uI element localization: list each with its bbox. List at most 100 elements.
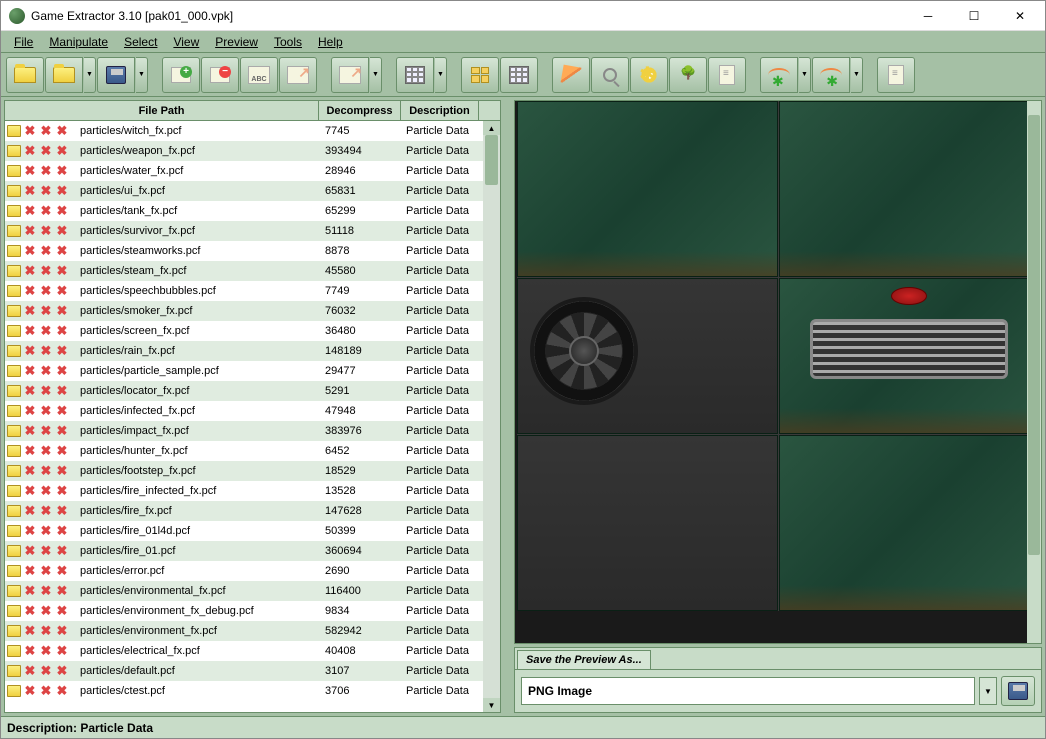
menu-tools[interactable]: Tools bbox=[266, 33, 310, 51]
cell-decompress: 116400 bbox=[319, 585, 401, 597]
column-header-decompress[interactable]: Decompress bbox=[319, 101, 401, 120]
script-button[interactable] bbox=[877, 57, 915, 93]
save-archive-button-dropdown[interactable]: ▼ bbox=[136, 57, 148, 93]
settings-button[interactable] bbox=[630, 57, 668, 93]
table-row[interactable]: ✖✖✖particles/fire_01l4d.pcf50399Particle… bbox=[5, 521, 500, 541]
x-icon: ✖ bbox=[55, 465, 69, 477]
save-format-dropdown[interactable]: ▼ bbox=[979, 677, 997, 705]
table-row[interactable]: ✖✖✖particles/weapon_fx.pcf393494Particle… bbox=[5, 141, 500, 161]
column-header-path[interactable]: File Path bbox=[5, 101, 319, 120]
table-row[interactable]: ✖✖✖particles/environment_fx.pcf582942Par… bbox=[5, 621, 500, 641]
x-icon: ✖ bbox=[55, 245, 69, 257]
close-button[interactable]: ✕ bbox=[997, 2, 1043, 30]
folder-icon bbox=[7, 125, 21, 137]
cell-path: particles/hunter_fx.pcf bbox=[78, 445, 319, 457]
table-row[interactable]: ✖✖✖particles/hunter_fx.pcf6452Particle D… bbox=[5, 441, 500, 461]
table-row[interactable]: ✖✖✖particles/smoker_fx.pcf76032Particle … bbox=[5, 301, 500, 321]
table-row[interactable]: ✖✖✖particles/survivor_fx.pcf51118Particl… bbox=[5, 221, 500, 241]
pane-splitter[interactable] bbox=[504, 100, 511, 713]
table-scrollbar[interactable]: ▲ ▼ bbox=[483, 121, 500, 712]
table-row[interactable]: ✖✖✖particles/footstep_fx.pcf18529Particl… bbox=[5, 461, 500, 481]
cell-decompress: 148189 bbox=[319, 345, 401, 357]
menu-help[interactable]: Help bbox=[310, 33, 351, 51]
cell-path: particles/steamworks.pcf bbox=[78, 245, 319, 257]
search-button[interactable] bbox=[591, 57, 629, 93]
cell-path: particles/fire_infected_fx.pcf bbox=[78, 485, 319, 497]
folder-icon bbox=[7, 265, 21, 277]
x-icon: ✖ bbox=[23, 445, 37, 457]
table-row[interactable]: ✖✖✖particles/locator_fx.pcf5291Particle … bbox=[5, 381, 500, 401]
preview-image-area[interactable] bbox=[514, 100, 1042, 644]
menu-manipulate[interactable]: Manipulate bbox=[41, 33, 116, 51]
redo-button[interactable] bbox=[760, 57, 798, 93]
x-icon: ✖ bbox=[55, 685, 69, 697]
x-icon: ✖ bbox=[55, 565, 69, 577]
cell-path: particles/water_fx.pcf bbox=[78, 165, 319, 177]
folder-icon bbox=[7, 625, 21, 637]
list-view-button[interactable] bbox=[500, 57, 538, 93]
table-row[interactable]: ✖✖✖particles/particle_sample.pcf29477Par… bbox=[5, 361, 500, 381]
table-row[interactable]: ✖✖✖particles/fire_fx.pcf147628Particle D… bbox=[5, 501, 500, 521]
table-row[interactable]: ✖✖✖particles/ctest.pcf3706Particle Data bbox=[5, 681, 500, 701]
app-window: Game Extractor 3.10 [pak01_000.vpk] ─ ☐ … bbox=[0, 0, 1046, 739]
maximize-button[interactable]: ☐ bbox=[951, 2, 997, 30]
menu-file[interactable]: File bbox=[6, 33, 41, 51]
table-row[interactable]: ✖✖✖particles/infected_fx.pcf47948Particl… bbox=[5, 401, 500, 421]
add-file-button[interactable] bbox=[162, 57, 200, 93]
undo-button[interactable] bbox=[812, 57, 850, 93]
table-view-button-dropdown[interactable]: ▼ bbox=[435, 57, 447, 93]
table-row[interactable]: ✖✖✖particles/environment_fx_debug.pcf983… bbox=[5, 601, 500, 621]
new-archive-button[interactable] bbox=[6, 57, 44, 93]
x-icon: ✖ bbox=[23, 585, 37, 597]
undo-button-dropdown[interactable]: ▼ bbox=[851, 57, 863, 93]
table-row[interactable]: ✖✖✖particles/tank_fx.pcf65299Particle Da… bbox=[5, 201, 500, 221]
convert-button-dropdown[interactable]: ▼ bbox=[370, 57, 382, 93]
grid-icon bbox=[509, 66, 529, 84]
thumbnail-view-button[interactable] bbox=[461, 57, 499, 93]
open-archive-button[interactable] bbox=[45, 57, 83, 93]
table-view-button[interactable] bbox=[396, 57, 434, 93]
scroll-thumb[interactable] bbox=[485, 135, 498, 185]
table-row[interactable]: ✖✖✖particles/impact_fx.pcf383976Particle… bbox=[5, 421, 500, 441]
table-row[interactable]: ✖✖✖particles/ui_fx.pcf65831Particle Data bbox=[5, 181, 500, 201]
remove-file-button[interactable] bbox=[201, 57, 239, 93]
table-row[interactable]: ✖✖✖particles/environmental_fx.pcf116400P… bbox=[5, 581, 500, 601]
scroll-up-button[interactable]: ▲ bbox=[483, 121, 500, 135]
open-archive-button-dropdown[interactable]: ▼ bbox=[84, 57, 96, 93]
titlebar[interactable]: Game Extractor 3.10 [pak01_000.vpk] ─ ☐ … bbox=[1, 1, 1045, 31]
minimize-button[interactable]: ─ bbox=[905, 2, 951, 30]
table-row[interactable]: ✖✖✖particles/steamworks.pcf8878Particle … bbox=[5, 241, 500, 261]
preview-scrollbar[interactable] bbox=[1027, 101, 1041, 643]
column-header-description[interactable]: Description bbox=[401, 101, 479, 120]
scroll-down-button[interactable]: ▼ bbox=[483, 698, 500, 712]
rename-file-button[interactable]: ABC bbox=[240, 57, 278, 93]
convert-button[interactable] bbox=[331, 57, 369, 93]
table-row[interactable]: ✖✖✖particles/fire_infected_fx.pcf13528Pa… bbox=[5, 481, 500, 501]
table-row[interactable]: ✖✖✖particles/default.pcf3107Particle Dat… bbox=[5, 661, 500, 681]
table-header: File Path Decompress Description bbox=[5, 101, 500, 121]
table-row[interactable]: ✖✖✖particles/rain_fx.pcf148189Particle D… bbox=[5, 341, 500, 361]
cell-decompress: 36480 bbox=[319, 325, 401, 337]
extract-file-button[interactable] bbox=[279, 57, 317, 93]
save-archive-button[interactable] bbox=[97, 57, 135, 93]
save-format-select[interactable]: PNG Image bbox=[521, 677, 975, 705]
save-preview-tab[interactable]: Save the Preview As... bbox=[517, 650, 651, 669]
table-row[interactable]: ✖✖✖particles/fire_01.pcf360694Particle D… bbox=[5, 541, 500, 561]
menu-preview[interactable]: Preview bbox=[207, 33, 266, 51]
x-icon: ✖ bbox=[55, 505, 69, 517]
table-row[interactable]: ✖✖✖particles/error.pcf2690Particle Data bbox=[5, 561, 500, 581]
edit-button[interactable] bbox=[552, 57, 590, 93]
x-icon: ✖ bbox=[55, 165, 69, 177]
menu-select[interactable]: Select bbox=[116, 33, 165, 51]
table-row[interactable]: ✖✖✖particles/screen_fx.pcf36480Particle … bbox=[5, 321, 500, 341]
table-row[interactable]: ✖✖✖particles/speechbubbles.pcf7749Partic… bbox=[5, 281, 500, 301]
table-row[interactable]: ✖✖✖particles/steam_fx.pcf45580Particle D… bbox=[5, 261, 500, 281]
table-row[interactable]: ✖✖✖particles/electrical_fx.pcf40408Parti… bbox=[5, 641, 500, 661]
save-preview-button[interactable] bbox=[1001, 676, 1035, 706]
table-row[interactable]: ✖✖✖particles/witch_fx.pcf7745Particle Da… bbox=[5, 121, 500, 141]
info-button[interactable] bbox=[708, 57, 746, 93]
redo-button-dropdown[interactable]: ▼ bbox=[799, 57, 811, 93]
tree-button[interactable] bbox=[669, 57, 707, 93]
menu-view[interactable]: View bbox=[165, 33, 207, 51]
table-row[interactable]: ✖✖✖particles/water_fx.pcf28946Particle D… bbox=[5, 161, 500, 181]
